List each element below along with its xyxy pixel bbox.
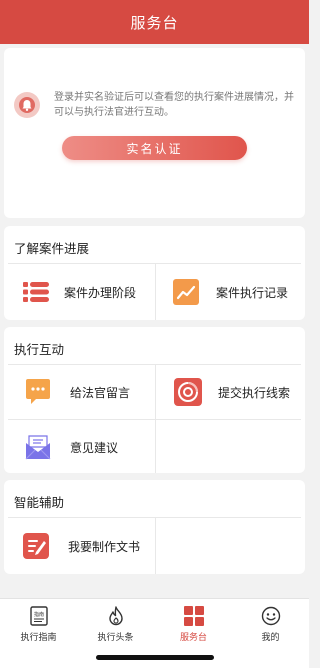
divider	[155, 264, 156, 320]
message-icon	[24, 378, 52, 406]
execution-records-label: 案件执行记录	[216, 285, 289, 300]
trend-chart-icon	[172, 278, 200, 306]
document-edit-icon	[22, 532, 50, 560]
interaction-section: 执行互动 给法官留言 提交执行线索 意见建议	[4, 327, 305, 473]
feedback-item[interactable]: 意见建议	[24, 421, 152, 473]
section-title-interaction: 执行互动	[14, 342, 65, 357]
progress-section: 了解案件进展 案件办理阶段 案件执行记录	[4, 226, 305, 320]
case-stages-item[interactable]: 案件办理阶段	[22, 266, 152, 318]
tab-mine-label: 我的	[261, 633, 280, 643]
tab-guide-label: 执行指南	[20, 633, 57, 643]
tab-service-desk-label: 服务台	[179, 633, 207, 643]
section-title-assist: 智能辅助	[14, 495, 65, 510]
guide-icon: 指南	[28, 605, 50, 627]
tab-service-desk[interactable]: 服务台	[155, 605, 232, 645]
bell-icon	[14, 92, 40, 118]
divider	[155, 518, 156, 574]
page-title: 服务台	[130, 13, 179, 32]
guide-icon-text: 指南	[33, 611, 43, 618]
make-document-item[interactable]: 我要制作文书	[22, 520, 152, 572]
case-stages-label: 案件办理阶段	[64, 285, 137, 300]
home-indicator[interactable]	[96, 655, 214, 660]
submit-clue-label: 提交执行线索	[218, 385, 291, 400]
mail-icon	[24, 433, 52, 461]
tab-guide[interactable]: 指南 执行指南	[0, 605, 77, 645]
message-judge-item[interactable]: 给法官留言	[24, 366, 152, 418]
stages-icon	[22, 278, 50, 306]
grid-icon	[183, 605, 205, 627]
tab-headlines-label: 执行头条	[97, 633, 134, 643]
real-name-auth-button[interactable]: 实名认证	[62, 136, 247, 160]
assist-section: 智能辅助 我要制作文书	[4, 480, 305, 574]
make-document-label: 我要制作文书	[68, 539, 141, 554]
auth-notice-text: 登录并实名验证后可以查看您的执行案件进展情况，并可以与执行法官进行互动。	[54, 92, 294, 118]
execution-records-item[interactable]: 案件执行记录	[172, 266, 302, 318]
tab-mine[interactable]: 我的	[232, 605, 309, 645]
submit-clue-item[interactable]: 提交执行线索	[174, 366, 304, 418]
auth-card: 登录并实名验证后可以查看您的执行案件进展情况，并可以与执行法官进行互动。 实名认…	[4, 48, 305, 218]
tab-headlines[interactable]: 执行头条	[77, 605, 154, 645]
clue-disc-icon	[174, 378, 202, 406]
smiley-icon	[260, 605, 282, 627]
flame-icon	[105, 605, 127, 627]
app-header: 服务台	[0, 0, 309, 44]
section-title-progress: 了解案件进展	[14, 241, 90, 256]
divider	[155, 365, 156, 473]
feedback-label: 意见建议	[70, 440, 119, 455]
message-judge-label: 给法官留言	[70, 385, 131, 400]
